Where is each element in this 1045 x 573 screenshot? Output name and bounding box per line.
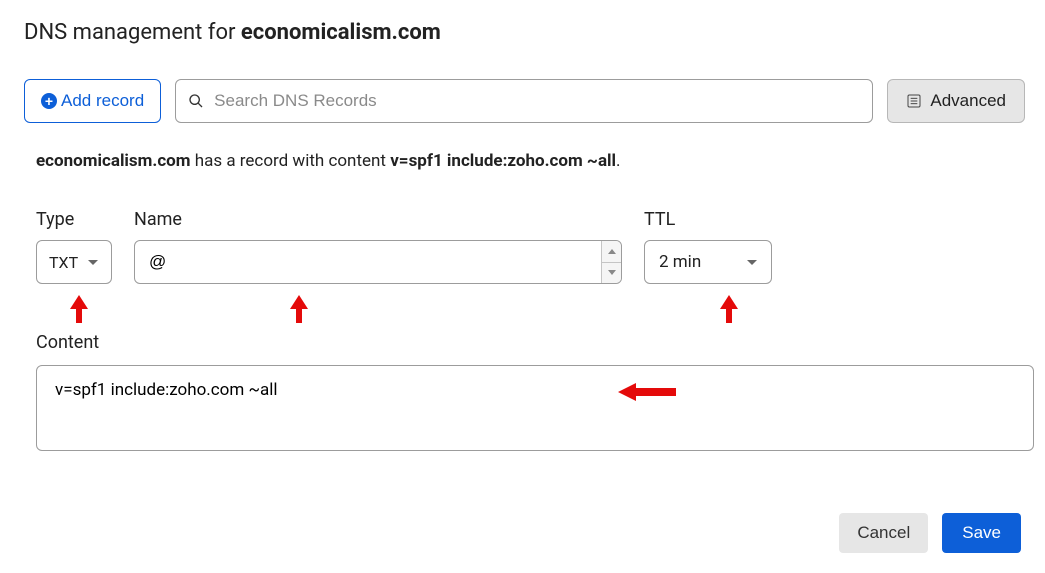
add-record-button[interactable]: + Add record — [24, 79, 161, 123]
triangle-down-icon — [608, 270, 616, 275]
annotation-arrow-content — [618, 383, 676, 405]
stepper-up-button[interactable] — [602, 241, 621, 263]
ttl-select[interactable]: 2 min — [644, 240, 772, 284]
cancel-button[interactable]: Cancel — [839, 513, 928, 553]
search-input[interactable] — [214, 91, 860, 111]
name-group: Name — [134, 209, 622, 284]
search-icon — [188, 93, 204, 109]
notice-suffix: . — [616, 151, 620, 171]
advanced-button[interactable]: Advanced — [887, 79, 1025, 123]
chevron-down-icon — [88, 260, 98, 265]
name-input-wrap[interactable] — [134, 240, 622, 284]
name-stepper — [601, 241, 621, 283]
stepper-down-button[interactable] — [602, 263, 621, 284]
notice-content: v=spf1 include:zoho.com ~all — [390, 151, 616, 171]
name-input[interactable] — [135, 241, 601, 283]
page-title: DNS management for economicalism.com — [24, 20, 1025, 45]
ttl-group: TTL 2 min — [644, 209, 772, 284]
type-group: Type TXT — [36, 209, 112, 284]
plus-circle-icon: + — [41, 93, 57, 109]
name-label: Name — [134, 209, 622, 230]
record-form-row: Type TXT Name TTL 2 min — [36, 209, 1025, 284]
add-record-label: Add record — [61, 91, 144, 111]
ttl-label: TTL — [644, 209, 772, 230]
annotation-arrow-name — [288, 295, 310, 327]
ttl-value: 2 min — [659, 252, 701, 272]
content-textarea[interactable] — [36, 365, 1034, 451]
title-domain: economicalism.com — [241, 20, 441, 45]
list-icon — [906, 92, 922, 110]
search-field-wrap[interactable] — [175, 79, 873, 123]
type-label: Type — [36, 209, 112, 230]
type-value: TXT — [49, 253, 78, 272]
notice-domain: economicalism.com — [36, 151, 191, 171]
advanced-label: Advanced — [930, 91, 1006, 111]
title-prefix: DNS management for — [24, 20, 241, 45]
content-label: Content — [36, 332, 1025, 353]
record-notice: economicalism.com has a record with cont… — [36, 151, 1025, 171]
notice-mid: has a record with content — [191, 151, 391, 171]
content-group: Content — [36, 332, 1025, 455]
annotation-arrow-type — [68, 295, 90, 327]
triangle-up-icon — [608, 249, 616, 254]
type-select[interactable]: TXT — [36, 240, 112, 284]
save-button[interactable]: Save — [942, 513, 1021, 553]
annotation-arrow-ttl — [718, 295, 740, 327]
toolbar: + Add record Advanced — [24, 79, 1025, 123]
footer-actions: Cancel Save — [20, 513, 1021, 553]
chevron-down-icon — [747, 260, 757, 265]
